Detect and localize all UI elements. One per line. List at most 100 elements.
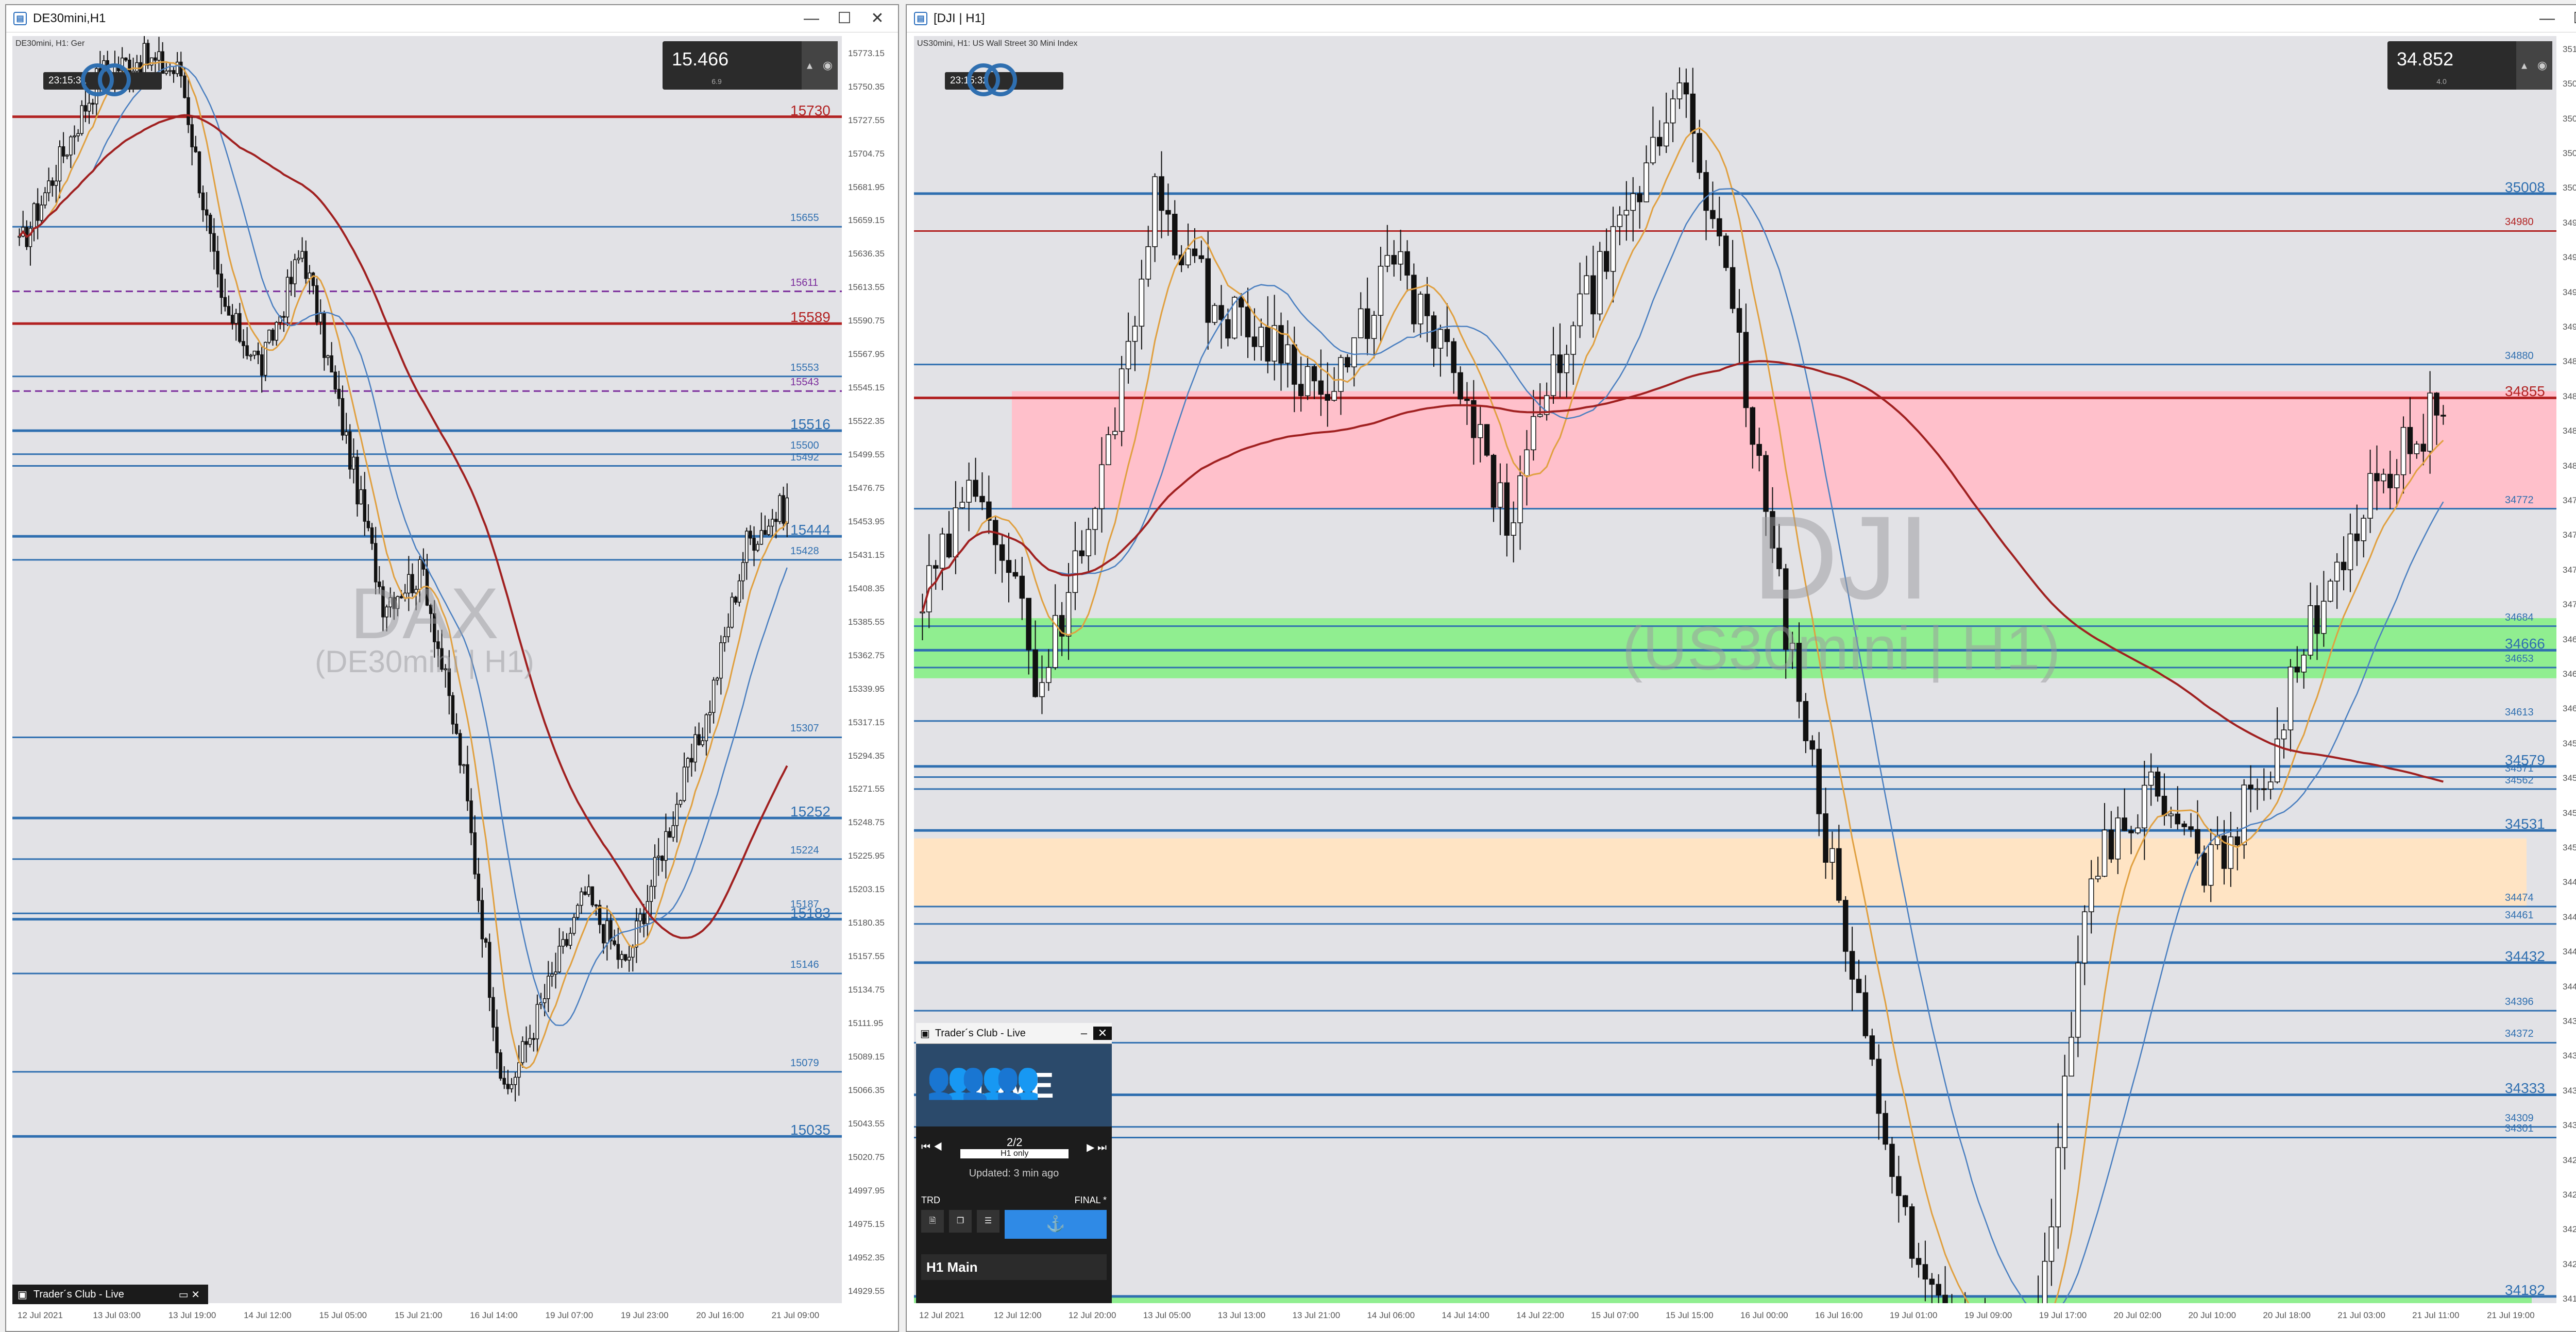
y-tick: 15385.55 xyxy=(848,617,885,627)
panel-close-button[interactable]: ✕ xyxy=(1093,1027,1112,1040)
candle-body xyxy=(502,1078,506,1085)
globe-icon[interactable]: ◉ xyxy=(2537,59,2547,72)
candle-body xyxy=(297,258,300,260)
prev-page-icon[interactable]: ⏮ ◀ xyxy=(921,1141,942,1153)
arrow-up-icon[interactable]: ▴ xyxy=(807,59,812,72)
y-tick: 34440.00 xyxy=(2563,947,2576,957)
windows-icon[interactable]: ❐ xyxy=(949,1210,972,1233)
candle-body xyxy=(1325,394,1331,401)
dax-time-axis[interactable]: 12 Jul 2021 13 Jul 03:00 13 Jul 19:00 14 Ju… xyxy=(12,1303,842,1331)
candle-body xyxy=(1212,305,1217,323)
candle-body xyxy=(142,43,146,74)
candle-body xyxy=(1192,248,1198,257)
candle-body xyxy=(1697,133,1702,173)
candle-body xyxy=(1072,550,1078,593)
arrow-up-icon[interactable]: ▴ xyxy=(2521,59,2527,72)
candle-body xyxy=(323,313,326,358)
candle-body xyxy=(946,533,952,558)
candle-body xyxy=(1099,464,1105,509)
y-tick: 15499.55 xyxy=(848,450,885,460)
maximize-button[interactable]: ☐ xyxy=(2564,5,2576,32)
candle-body xyxy=(631,946,635,958)
minimize-button[interactable]: — xyxy=(2531,5,2564,32)
dji-price-widget[interactable]: 34.852 4.0 ▴ ◉ xyxy=(2387,41,2552,90)
dax-price-axis[interactable]: 15773.15 15750.35 15727.55 15704.75 15681.95… xyxy=(842,36,898,1303)
panel-minimize-button[interactable]: – xyxy=(1075,1027,1093,1040)
x-tick: 21 Jul 11:00 xyxy=(2412,1310,2460,1320)
y-tick: 34180.00 xyxy=(2563,1294,2576,1304)
level-label: 34562 xyxy=(2505,774,2534,786)
dji-titlebar[interactable]: ▤ [DJI | H1] — ☐ ✕ xyxy=(907,5,2576,32)
level-label: 34432 xyxy=(2505,948,2545,964)
candle-body xyxy=(1736,308,1742,333)
y-tick: 14997.95 xyxy=(848,1185,885,1196)
page-navigator[interactable]: ⏮ ◀ 2/2 H1 only ▶ ⏭ xyxy=(916,1126,1112,1168)
candle-body xyxy=(933,565,939,569)
candle-body xyxy=(495,1027,499,1053)
dji-price-axis[interactable]: 35116.00 35090.00 35064.00 35038.00 35012.00… xyxy=(2556,36,2576,1304)
level-label: 15183 xyxy=(790,904,831,921)
candle-body xyxy=(1643,162,1649,202)
candle-body xyxy=(205,209,209,216)
candle-body xyxy=(1730,267,1736,309)
level-label: 34571 xyxy=(2505,762,2534,774)
traders-club-minimized[interactable]: ▣ Trader´s Club - Live ▭ ✕ xyxy=(12,1285,208,1304)
candle-body xyxy=(613,940,616,945)
minimize-button[interactable]: — xyxy=(795,5,828,32)
candle-body xyxy=(1019,575,1025,599)
dji-spread: 4.0 xyxy=(2436,77,2447,86)
doc-icon[interactable]: 🗎 xyxy=(921,1210,944,1233)
candle-body xyxy=(1929,1278,1935,1285)
anchor-button[interactable]: ⚓ xyxy=(1005,1210,1107,1239)
globe-icon[interactable]: ◉ xyxy=(823,59,833,72)
candle-body xyxy=(2055,1147,2061,1227)
candle-body xyxy=(1756,443,1762,456)
y-tick: 34908.00 xyxy=(2563,322,2576,332)
updated-label: Updated: 3 min ago xyxy=(969,1168,1059,1179)
traders-club-panel[interactable]: ▣ Trader´s Club - Live – ✕ LIVE 👥👥👥 ⏮ ◀ … xyxy=(916,1023,1112,1312)
candle-body xyxy=(1922,1264,1928,1280)
candle-body xyxy=(1292,344,1297,385)
dax-plot-area[interactable]: DAX (DE30mini | H1) DE30mini, H1: Ger 23… xyxy=(12,36,842,1312)
dji-time-axis[interactable]: 12 Jul 2021 12 Jul 12:00 12 Jul 20:00 13 Ju… xyxy=(914,1303,2556,1331)
candle-body xyxy=(1424,294,1430,316)
candle-body xyxy=(1145,246,1151,280)
y-tick: 34622.00 xyxy=(2563,704,2576,714)
next-page-icon[interactable]: ▶ ⏭ xyxy=(1087,1141,1107,1154)
candle-body xyxy=(1285,344,1291,364)
dax-price-widget[interactable]: 15.466 6.9 ▴ ◉ xyxy=(663,41,838,90)
x-tick: 19 Jul 23:00 xyxy=(620,1310,669,1320)
trd-label: TRD xyxy=(921,1195,940,1205)
dji-chart-window[interactable]: ▤ [DJI | H1] — ☐ ✕ DJI (US30mini | H1) U… xyxy=(906,4,2576,1332)
y-tick: 15636.35 xyxy=(848,249,885,259)
candle-body xyxy=(2308,605,2313,656)
level-label: 15492 xyxy=(790,451,819,463)
panel-titlebar[interactable]: ▣ Trader´s Club - Live – ✕ xyxy=(916,1023,1112,1044)
candle-body xyxy=(234,313,238,324)
candle-body xyxy=(1251,336,1258,347)
candle-body xyxy=(124,57,128,61)
level-label: 15553 xyxy=(790,362,819,373)
dax-titlebar[interactable]: ▤ DE30mini,H1 — ☐ ✕ xyxy=(6,5,898,32)
candle-body xyxy=(2381,473,2386,482)
restore-close-icons[interactable]: ▭ ✕ xyxy=(179,1288,200,1301)
candle-body xyxy=(245,345,249,356)
filter-label[interactable]: H1 only xyxy=(960,1149,1069,1158)
y-tick: 15431.15 xyxy=(848,550,885,560)
candle-body xyxy=(326,355,330,358)
candle-body xyxy=(524,1041,528,1045)
x-tick: 20 Jul 02:00 xyxy=(2113,1310,2162,1320)
close-button[interactable]: ✕ xyxy=(861,5,894,32)
candle-body xyxy=(767,525,771,535)
x-tick: 19 Jul 09:00 xyxy=(1964,1310,2012,1320)
candle-body xyxy=(194,146,198,152)
database-icon[interactable]: ☰ xyxy=(977,1210,999,1233)
candle-body xyxy=(594,904,598,907)
dji-plot-area[interactable]: DJI (US30mini | H1) US30mini, H1: US Wal… xyxy=(914,36,2556,1312)
candle-body xyxy=(1245,306,1251,337)
level-label: 34855 xyxy=(2505,383,2545,400)
maximize-button[interactable]: ☐ xyxy=(828,5,861,32)
candle-body xyxy=(1006,560,1012,573)
dax-chart-window[interactable]: ▤ DE30mini,H1 — ☐ ✕ DAX (DE30mini | H1) … xyxy=(5,4,899,1332)
candle-body xyxy=(2234,836,2241,845)
